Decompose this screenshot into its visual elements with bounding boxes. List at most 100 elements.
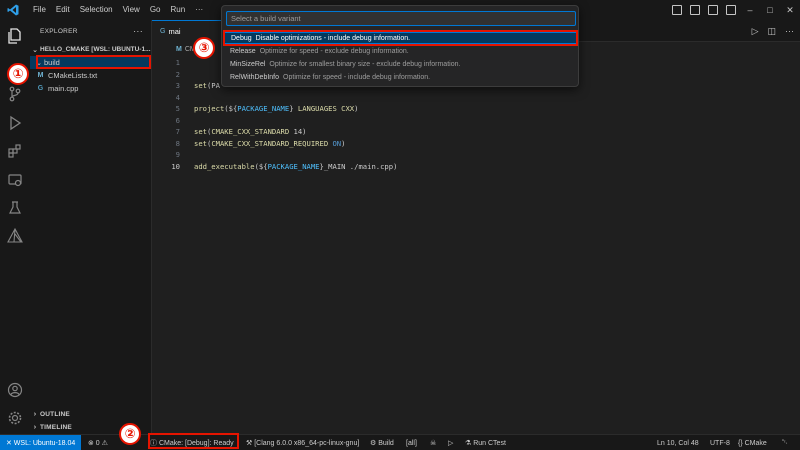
option-description: Optimize for speed - exclude debug infor… [259, 47, 409, 55]
maximize-button[interactable]: □ [764, 5, 776, 15]
line-number: 2 [175, 69, 180, 79]
tab-main-cpp[interactable]: G mai [152, 20, 222, 42]
notifications-bell-icon[interactable]: ␇ [782, 435, 788, 450]
menu-edit[interactable]: Edit [51, 0, 75, 20]
cmake-icon[interactable] [7, 227, 23, 244]
code-token: (${ [224, 104, 238, 113]
cpp-file-icon: G [37, 85, 44, 92]
menu-go[interactable]: Go [145, 0, 166, 20]
remote-explorer-icon[interactable] [7, 172, 23, 188]
tree-item-main-cpp[interactable]: G main.cpp [30, 82, 151, 95]
chevron-right-icon: › [33, 423, 37, 431]
menu-file[interactable]: File [28, 0, 51, 20]
timeline-label: TIMELINE [40, 423, 72, 431]
code-token: ON [332, 138, 342, 148]
annotation-badge-2: ② [119, 423, 141, 445]
target-label: [all] [406, 439, 417, 447]
line-number: 5 [175, 104, 180, 113]
tree-item-label: CMakeLists.txt [48, 71, 98, 80]
build-button[interactable]: ⚙ Build [370, 435, 394, 450]
option-name: MinSizeRel [230, 60, 266, 68]
option-description: Optimize for smallest binary size - excl… [269, 60, 461, 68]
chevron-right-icon: › [33, 410, 37, 418]
option-description: Optimize for speed - include debug infor… [283, 73, 431, 81]
code-token: (PA [206, 81, 220, 90]
cmake-kit-button[interactable]: ⚒ [Clang 6.0.0 x86_64-pc-linux-gnu] [246, 435, 359, 450]
cmake-file-icon: M [37, 72, 44, 79]
explorer-icon[interactable] [7, 28, 23, 44]
tree-item-label: main.cpp [48, 84, 79, 93]
explorer-sidebar: EXPLORER ··· ⌄ HELLO_CMAKE [WSL: UBUNTU-… [30, 20, 152, 434]
editor-more-icon[interactable]: ··· [785, 26, 794, 36]
testing-icon[interactable] [7, 200, 23, 216]
split-editor-icon[interactable]: ◫ [767, 26, 776, 37]
minimize-button[interactable]: – [744, 5, 756, 15]
problems-count: ⊗ 0 ⚠ [88, 440, 108, 447]
run-debug-icon[interactable] [7, 115, 23, 131]
variant-option-minsizerel[interactable]: MinSizeRel Optimize for smallest binary … [224, 58, 578, 70]
outline-label: OUTLINE [40, 410, 70, 418]
source-control-icon[interactable] [7, 86, 23, 102]
code-token: PACKAGE_NAME [267, 161, 320, 171]
code-token: project [194, 104, 225, 113]
code-token: add_executable [194, 161, 255, 171]
settings-gear-icon[interactable] [7, 410, 23, 426]
customize-layout-icon[interactable] [726, 5, 736, 15]
remote-label: ✕ WSL: Ubuntu-18.04 [6, 439, 76, 447]
menu-view[interactable]: View [118, 0, 145, 20]
debug-icon[interactable]: ☠ [430, 435, 436, 450]
close-window-button[interactable]: ✕ [784, 5, 796, 16]
outline-section[interactable]: › OUTLINE [30, 408, 152, 420]
code-token: PACKAGE_NAME [237, 104, 290, 113]
code-token: (${ [254, 161, 268, 171]
menu-selection[interactable]: Selection [75, 0, 118, 20]
toggle-panel-icon[interactable] [690, 5, 700, 15]
encoding-button[interactable]: UTF-8 [710, 435, 730, 450]
toggle-secondary-sidebar-icon[interactable] [708, 5, 718, 15]
menu-run[interactable]: Run [165, 0, 190, 20]
callout-cmake-status [148, 433, 239, 449]
code-token: set [194, 138, 207, 148]
variant-option-relwithdebinfo[interactable]: RelWithDebInfo Optimize for speed - incl… [224, 71, 578, 83]
run-file-icon[interactable]: ▷ [752, 26, 759, 37]
quick-pick-input[interactable] [227, 12, 575, 25]
tree-item-cmakelists[interactable]: M CMakeLists.txt [30, 69, 151, 82]
explorer-title: EXPLORER [40, 27, 78, 35]
callout-debug-option [223, 30, 578, 46]
code-token: ) [341, 138, 346, 148]
variant-option-release[interactable]: Release Optimize for speed - exclude deb… [224, 45, 578, 57]
cursor-position[interactable]: Ln 10, Col 48 [657, 435, 699, 450]
code-token: LANGUAGES CXX [297, 104, 355, 113]
option-name: RelWithDebInfo [230, 73, 280, 81]
annotation-badge-1: ① [7, 63, 29, 85]
build-variant-quick-pick: Debug Disable optimizations - include de… [221, 5, 579, 87]
quick-pick-input-box [226, 11, 576, 26]
ctest-label: ⚗ Run CTest [465, 440, 506, 447]
line-content: set(CMAKE_CXX_STANDARD_REQUIRED ON) [194, 138, 345, 149]
language-mode-button[interactable]: {} CMake [738, 435, 767, 450]
toggle-primary-sidebar-icon[interactable] [672, 5, 682, 15]
line-content: set(PA [194, 80, 220, 91]
explorer-more-button[interactable]: ··· [133, 26, 143, 36]
tab-label: mai [168, 27, 181, 36]
problems-button[interactable]: ⊗ 0 ⚠ [88, 435, 108, 450]
option-name: Release [230, 47, 256, 55]
remote-indicator-button[interactable]: ✕ WSL: Ubuntu-18.04 [0, 434, 82, 450]
line-number: 1 [175, 58, 180, 67]
code-token: } [289, 104, 298, 113]
kit-label: ⚒ [Clang 6.0.0 x86_64-pc-linux-gnu] [246, 440, 360, 447]
code-token: ) [354, 104, 359, 113]
line-number: 8 [175, 138, 180, 148]
annotation-badge-3: ③ [193, 37, 215, 59]
line-number: 10 [171, 161, 180, 171]
run-icon[interactable]: ▷ [448, 435, 453, 450]
menu-more[interactable]: ··· [190, 0, 208, 20]
code-token: CMAKE_CXX_STANDARD [211, 127, 290, 136]
build-target-button[interactable]: [all] [406, 435, 417, 450]
run-ctest-button[interactable]: ⚗ Run CTest [465, 435, 506, 450]
extensions-icon[interactable] [7, 143, 23, 159]
account-icon[interactable] [7, 382, 23, 398]
line-content: add_executable(${PACKAGE_NAME}_MAIN ./ma… [194, 161, 397, 172]
code-token: set [194, 81, 207, 90]
breadcrumb: M CM [152, 42, 196, 56]
